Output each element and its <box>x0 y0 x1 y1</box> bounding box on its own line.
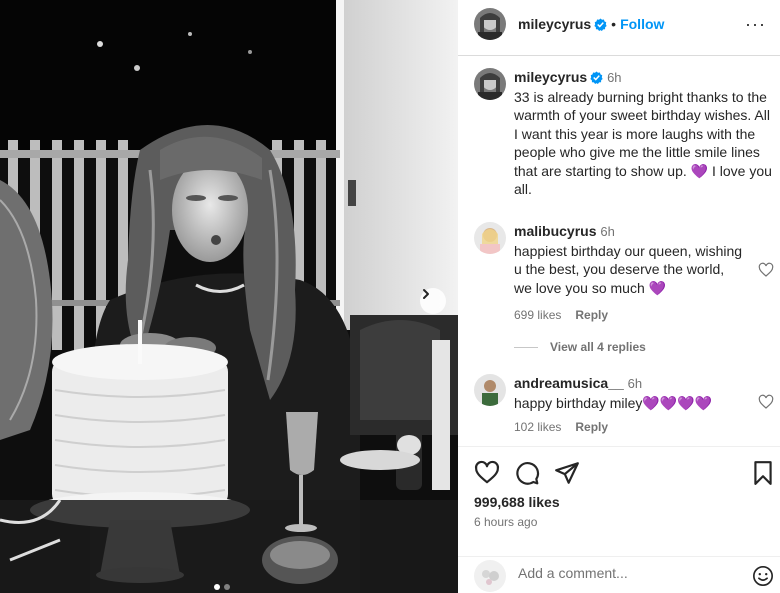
chevron-right-icon <box>423 289 429 299</box>
comment-body: andreamusica__ 6h happy birthday miley💜💜… <box>514 374 744 412</box>
reply-button[interactable]: Reply <box>575 420 608 434</box>
post-actions <box>474 460 780 486</box>
reply-button[interactable]: Reply <box>575 308 608 322</box>
next-photo-button[interactable] <box>420 288 446 314</box>
author-username[interactable]: mileycyrus <box>518 16 591 32</box>
current-user-avatar <box>474 560 506 592</box>
header-separator: • <box>611 16 617 32</box>
caption-author-avatar[interactable] <box>474 68 506 100</box>
smiley-icon[interactable] <box>752 565 774 587</box>
comment-username[interactable]: andreamusica__ <box>514 375 624 391</box>
bookmark-icon[interactable] <box>750 460 776 486</box>
comment-item: andreamusica__ 6h happy birthday miley💜💜… <box>474 374 774 438</box>
comment-likes[interactable]: 699 likes <box>514 308 561 322</box>
comment-icon[interactable] <box>514 460 540 486</box>
caption-time[interactable]: 6h <box>607 70 621 85</box>
view-replies-button[interactable]: View all 4 replies <box>514 340 646 354</box>
carousel-dot-active <box>214 584 220 590</box>
comment-time[interactable]: 6h <box>600 224 614 239</box>
commenter-avatar[interactable] <box>474 222 506 254</box>
comment-item: malibucyrus 6h happiest birthday our que… <box>474 222 774 332</box>
like-count[interactable]: 999,688 likes <box>474 494 560 510</box>
comment-composer <box>458 556 780 593</box>
heart-icon[interactable] <box>474 460 500 486</box>
photo-image <box>0 0 458 593</box>
post-photo[interactable] <box>0 0 458 593</box>
comment-meta: 699 likes Reply <box>514 308 622 322</box>
post-side-panel: mileycyrus • Follow ··· mileycyrus 6h 33 i… <box>458 0 780 593</box>
commenter-avatar[interactable] <box>474 374 506 406</box>
comment-meta: 102 likes Reply <box>514 420 622 434</box>
comment-body: malibucyrus 6h happiest birthday our que… <box>514 222 744 297</box>
author-avatar[interactable] <box>474 8 506 40</box>
comment-text: happy birthday miley💜💜💜💜 <box>514 394 713 411</box>
verified-badge-icon <box>594 18 607 31</box>
comment-input[interactable] <box>518 565 738 581</box>
comment-like-icon[interactable] <box>758 394 774 410</box>
post-header: mileycyrus • Follow ··· <box>458 0 780 56</box>
caption-username[interactable]: mileycyrus <box>514 69 587 85</box>
carousel-dot <box>224 584 230 590</box>
author-line: mileycyrus • Follow <box>518 16 664 34</box>
comment-username[interactable]: malibucyrus <box>514 223 596 239</box>
comment-likes[interactable]: 102 likes <box>514 420 561 434</box>
caption-text: 33 is already burning bright thanks to t… <box>514 88 772 198</box>
verified-badge-icon <box>590 71 603 84</box>
send-icon[interactable] <box>554 460 580 486</box>
comment-time[interactable]: 6h <box>628 376 642 391</box>
comment-text: happiest birthday our queen, wishing u t… <box>514 242 743 296</box>
post-time[interactable]: 6 hours ago <box>474 515 537 529</box>
carousel-indicator <box>214 584 230 590</box>
section-divider <box>458 446 780 447</box>
more-options-icon[interactable]: ··· <box>745 14 766 35</box>
follow-button[interactable]: Follow <box>620 16 664 32</box>
comment-like-icon[interactable] <box>758 262 774 278</box>
caption-body: mileycyrus 6h 33 is already burning brig… <box>514 68 776 199</box>
